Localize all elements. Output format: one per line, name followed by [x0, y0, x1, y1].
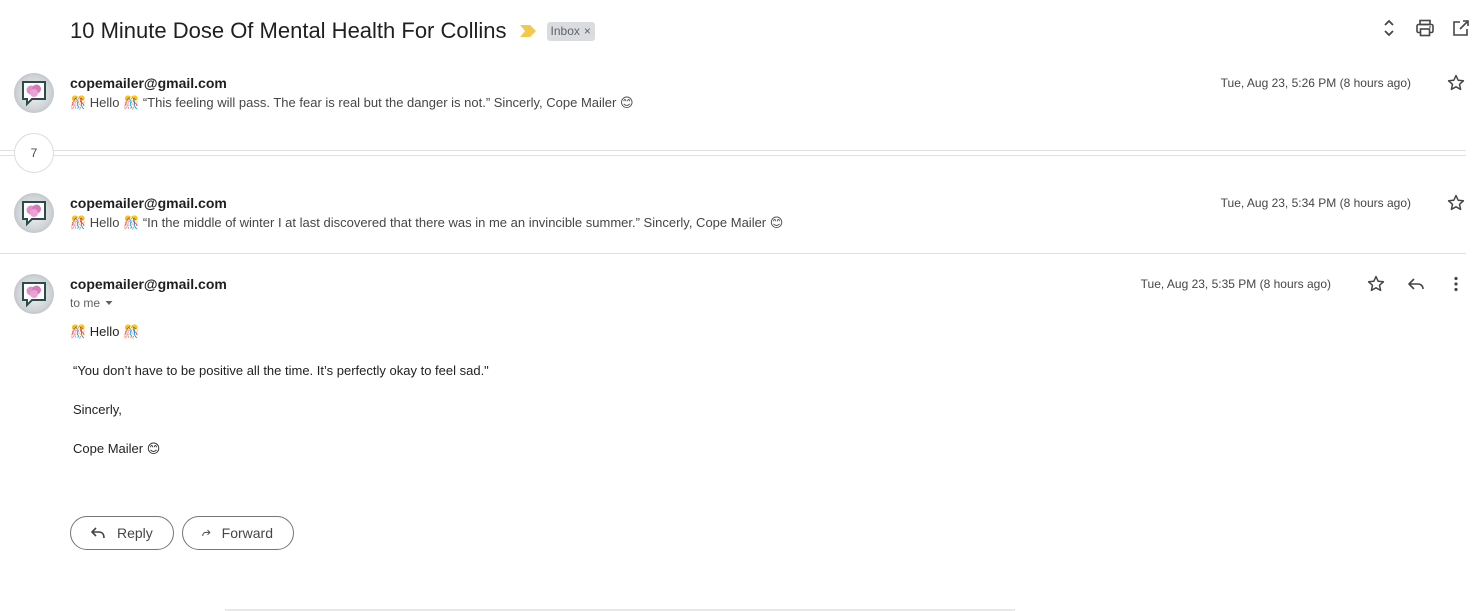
recipient-text: to me [70, 296, 101, 310]
sender-avatar[interactable] [14, 274, 54, 314]
brain-speech-bubble-icon [22, 282, 46, 308]
body-closing: Sincerly, [73, 402, 122, 417]
recipient-details-toggle[interactable]: to me [70, 296, 114, 310]
dropdown-arrow-icon [105, 301, 113, 305]
body-quote: “You don’t have to be positive all the t… [73, 363, 489, 378]
reply-button[interactable]: Reply [70, 516, 174, 550]
reply-arrow-icon [91, 527, 105, 539]
more-options-icon[interactable] [1446, 274, 1466, 294]
forward-button-label: Forward [221, 525, 273, 541]
email-thread-view: 10 Minute Dose Of Mental Health For Coll… [0, 0, 1481, 611]
reply-button-label: Reply [117, 525, 153, 541]
message-expanded: copemailer@gmail.com to me Tue, Aug 23, … [0, 0, 1466, 611]
forward-button[interactable]: Forward [182, 516, 294, 550]
star-icon[interactable] [1366, 274, 1386, 294]
sender-email[interactable]: copemailer@gmail.com [70, 276, 227, 292]
body-signature: Cope Mailer 😊 [73, 441, 161, 456]
collapsed-messages-count[interactable]: 7 [14, 133, 54, 173]
body-greeting: 🎊 Hello 🎊 [70, 324, 140, 339]
message-date: Tue, Aug 23, 5:35 PM (8 hours ago) [1140, 277, 1331, 291]
reply-icon[interactable] [1406, 274, 1426, 294]
forward-arrow-icon [202, 529, 211, 536]
